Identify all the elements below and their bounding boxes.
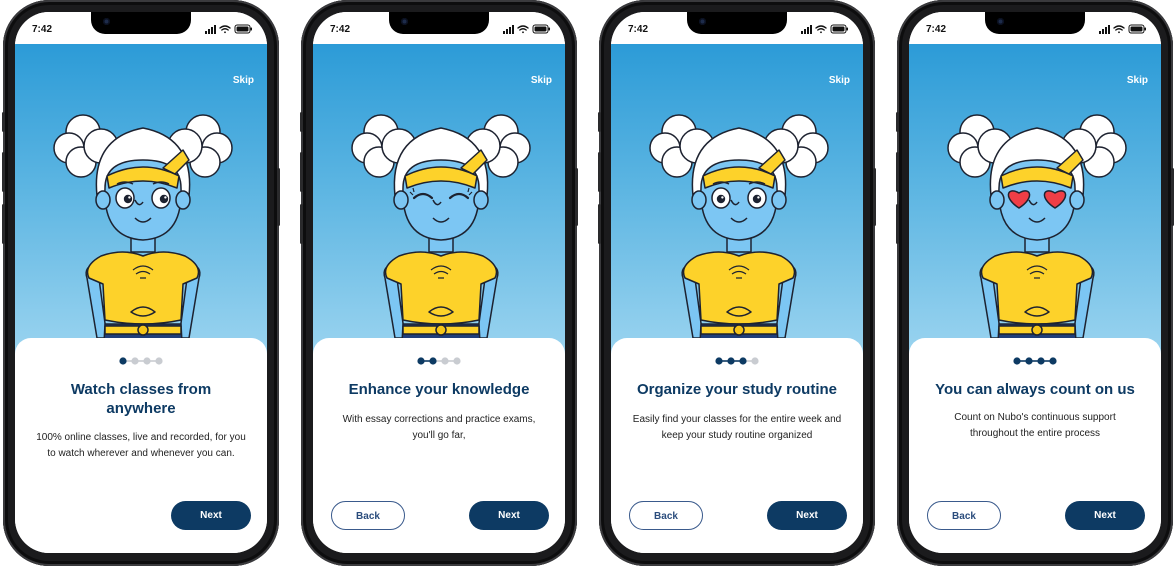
onboarding-title: Organize your study routine (625, 380, 849, 399)
next-button[interactable]: Next (767, 501, 847, 530)
page-dot (155, 357, 163, 365)
wifi-icon (1113, 25, 1125, 34)
description-line: you'll go far, (412, 430, 466, 441)
page-dot-current (739, 357, 747, 365)
mascot-girl-illustration (351, 114, 531, 362)
onboarding-title: You can always count on us (923, 380, 1147, 399)
onboarding-card: Enhance your knowledge With essay correc… (313, 338, 565, 553)
page-dot (751, 357, 759, 365)
signal-icon (205, 25, 216, 34)
onboarding-card: You can always count on us Count on Nubo… (909, 338, 1161, 553)
notch (91, 12, 191, 34)
battery-icon (532, 24, 550, 34)
phone-screen: 7:42 Skip (15, 12, 267, 553)
onboarding-description: With essay corrections and practice exam… (325, 412, 553, 444)
page-dot (1025, 357, 1033, 365)
next-button[interactable]: Next (1065, 501, 1145, 530)
page-dot-current (119, 357, 127, 365)
phone-frame-1: 7:42 Skip Watch classes from anywhere 10… (2, 0, 280, 566)
description-line: keep your study routine organized (661, 430, 813, 441)
onboarding-description: Count on Nubo's continuous support throu… (921, 410, 1149, 442)
phone-screen: 7:42 Skip (611, 12, 863, 553)
mascot-girl-illustration (649, 114, 829, 362)
description-line: With essay corrections and practice exam… (342, 414, 536, 425)
status-time: 7:42 (628, 24, 649, 35)
page-dot (417, 357, 425, 365)
description-line: Easily find your classes for the entire … (632, 414, 842, 425)
signal-icon (801, 25, 812, 34)
phone-screen: 7:42 Skip (909, 12, 1161, 553)
onboarding-card: Watch classes from anywhere 100% online … (15, 338, 267, 553)
title-line: Watch classes from (70, 381, 212, 398)
page-dot (441, 357, 449, 365)
mascot-girl-illustration (53, 114, 233, 362)
signal-icon (503, 25, 514, 34)
page-dot (715, 357, 723, 365)
onboarding-card: Organize your study routine Easily find … (611, 338, 863, 553)
front-camera-icon (699, 18, 706, 25)
phone-screen: 7:42 Skip (313, 12, 565, 553)
front-camera-icon (997, 18, 1004, 25)
status-time: 7:42 (32, 24, 53, 35)
wifi-icon (517, 25, 529, 34)
page-dot (453, 357, 461, 365)
description-line: to watch wherever and whenever you can. (47, 448, 235, 459)
page-indicator (417, 357, 461, 365)
hero-illustration-area: Skip (611, 44, 863, 362)
description-line: Count on Nubo's continuous support (954, 412, 1116, 423)
onboarding-title: Enhance your knowledge (327, 380, 551, 399)
page-dot (727, 357, 735, 365)
back-button[interactable]: Back (927, 501, 1001, 530)
mascot-girl-illustration (947, 114, 1127, 362)
skip-button[interactable]: Skip (1127, 75, 1148, 86)
onboarding-description: 100% online classes, live and recorded, … (27, 430, 255, 462)
signal-icon (1099, 25, 1110, 34)
onboarding-description: Easily find your classes for the entire … (623, 412, 851, 444)
status-time: 7:42 (926, 24, 947, 35)
page-dot-current (429, 357, 437, 365)
phone-frame-3: 7:42 Skip Organize your study routine Ea… (598, 0, 876, 566)
skip-button[interactable]: Skip (531, 75, 552, 86)
page-dot (1037, 357, 1045, 365)
page-indicator (1013, 357, 1057, 365)
wifi-icon (815, 25, 827, 34)
notch (389, 12, 489, 34)
page-dot (143, 357, 151, 365)
page-dot-current (1049, 357, 1057, 365)
title-line: Enhance your knowledge (348, 381, 530, 398)
skip-button[interactable]: Skip (829, 75, 850, 86)
description-line: throughout the entire process (969, 428, 1101, 439)
front-camera-icon (401, 18, 408, 25)
phone-frame-4: 7:42 Skip You can always count on us Cou… (896, 0, 1174, 566)
back-button[interactable]: Back (629, 501, 703, 530)
skip-button[interactable]: Skip (233, 75, 254, 86)
description-line: 100% online classes, live and recorded, … (36, 432, 246, 443)
notch (687, 12, 787, 34)
notch (985, 12, 1085, 34)
onboarding-title: Watch classes from anywhere (29, 380, 253, 418)
front-camera-icon (103, 18, 110, 25)
title-line: anywhere (106, 400, 176, 417)
next-button[interactable]: Next (469, 501, 549, 530)
page-dot (131, 357, 139, 365)
title-line: Organize your study routine (636, 381, 838, 398)
page-indicator (119, 357, 163, 365)
hero-illustration-area: Skip (15, 44, 267, 362)
battery-icon (234, 24, 252, 34)
battery-icon (1128, 24, 1146, 34)
title-line: You can always count on us (935, 381, 1135, 398)
hero-illustration-area: Skip (313, 44, 565, 362)
battery-icon (830, 24, 848, 34)
next-button[interactable]: Next (171, 501, 251, 530)
phone-frame-2: 7:42 Skip Enhance your knowledge With es… (300, 0, 578, 566)
page-indicator (715, 357, 759, 365)
back-button[interactable]: Back (331, 501, 405, 530)
wifi-icon (219, 25, 231, 34)
hero-illustration-area: Skip (909, 44, 1161, 362)
status-time: 7:42 (330, 24, 351, 35)
page-dot (1013, 357, 1021, 365)
